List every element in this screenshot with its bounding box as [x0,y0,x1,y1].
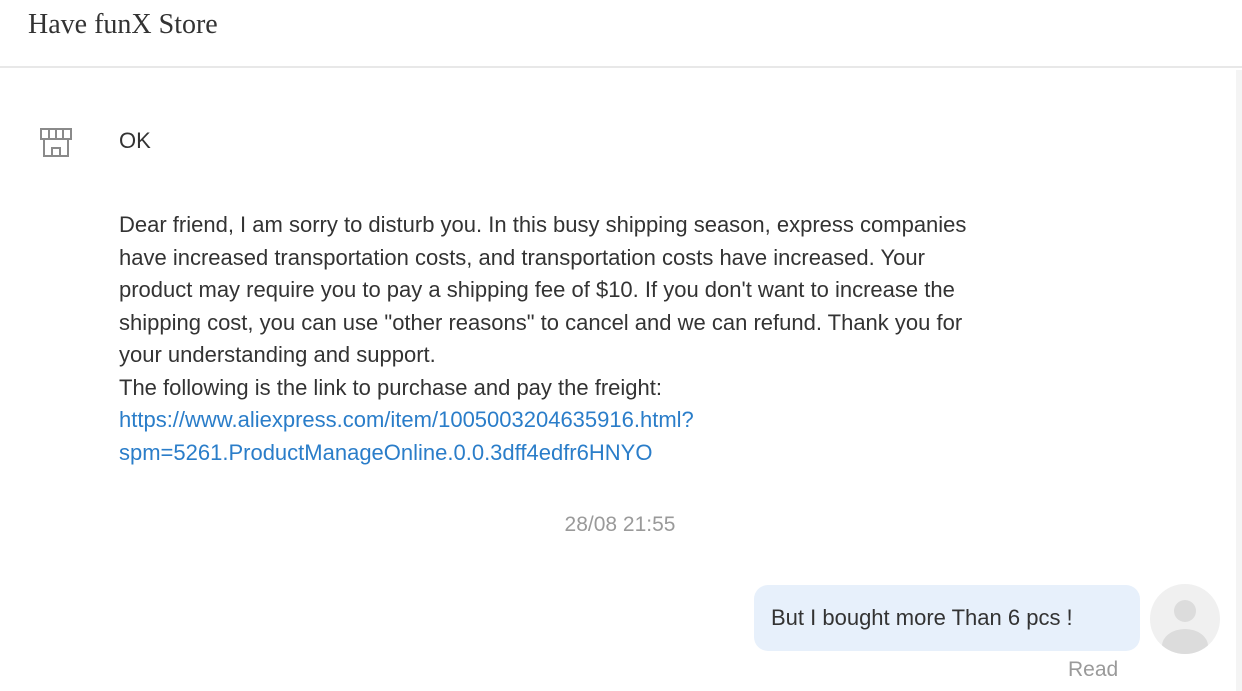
user-avatar-icon[interactable] [1150,584,1220,654]
message-line: have increased transportation costs, and… [119,244,925,270]
reply-bubble: But I bought more Than 6 pcs ! [754,585,1140,651]
message-shipping-notice: Dear friend, I am sorry to disturb you. … [119,209,1119,469]
message-ok: OK [119,128,151,153]
read-status: Read [1068,658,1119,681]
chat-header: Have funX Store [0,0,1242,68]
message-line: your understanding and support. [119,342,436,367]
freight-link-line-2[interactable]: spm=5261.ProductManageOnline.0.0.3dff4ed… [119,437,1119,470]
message-line: shipping cost, you can use "other reason… [119,309,963,335]
freight-link-line-1[interactable]: https://www.aliexpress.com/item/10050032… [119,404,1119,437]
message-line: product may require you to pay a shippin… [119,277,955,302]
store-icon[interactable] [38,126,74,160]
store-name[interactable]: Have funX Store [28,8,218,42]
message-timestamp: 28/08 21:55 [564,513,676,536]
message-line: Dear friend, I am sorry to disturb you. … [119,212,967,237]
message-line: The following is the link to purchase an… [119,374,662,400]
scrollbar[interactable] [1236,70,1242,691]
